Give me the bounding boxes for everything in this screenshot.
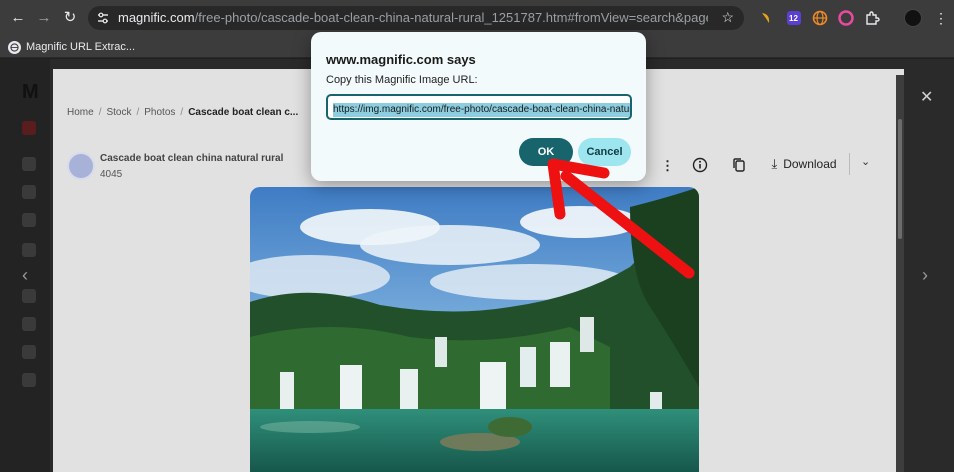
extension-badge-count: 12	[789, 14, 798, 23]
more-options-icon[interactable]: ⋮	[661, 158, 674, 174]
copy-icon[interactable]	[732, 157, 746, 173]
url-host: magnific.com	[118, 11, 195, 25]
breadcrumb-separator: /	[136, 107, 140, 118]
back-icon[interactable]: ←	[8, 8, 28, 28]
sidebar-icon[interactable]	[22, 345, 36, 359]
color-ring-extension-icon[interactable]	[838, 10, 854, 26]
info-icon[interactable]	[692, 157, 708, 173]
download-label: Download	[783, 157, 837, 171]
sidebar-icon[interactable]	[22, 185, 36, 199]
breadcrumb-home[interactable]: Home	[67, 107, 94, 118]
sidebar-icon[interactable]	[22, 289, 36, 303]
main-photo	[250, 187, 699, 472]
modal-scrollbar-thumb[interactable]	[898, 119, 902, 239]
dialog-title: www.magnific.com says	[326, 52, 476, 67]
url-text[interactable]: magnific.com/free-photo/cascade-boat-cle…	[118, 11, 708, 25]
url-path: /free-photo/cascade-boat-clean-china-nat…	[194, 11, 708, 25]
globe-extension-icon[interactable]	[812, 10, 828, 26]
globe-icon	[8, 40, 21, 54]
sidebar-icon[interactable]	[22, 157, 36, 171]
next-arrow-icon[interactable]: ›	[922, 265, 928, 286]
ok-button[interactable]: OK	[519, 138, 573, 166]
star-icon[interactable]: ☆	[721, 9, 734, 26]
resource-title: Cascade boat clean china natural rural	[100, 153, 284, 164]
browser-toolbar: ← → ↻ magnific.com/free-photo/cascade-bo…	[0, 0, 954, 36]
cancel-button[interactable]: Cancel	[578, 138, 631, 166]
screen: ← → ↻ magnific.com/free-photo/cascade-bo…	[0, 0, 954, 472]
breadcrumb-current: Cascade boat clean c...	[188, 107, 299, 118]
sidebar-icon[interactable]	[22, 373, 36, 387]
sidebar-icon[interactable]	[22, 213, 36, 227]
breadcrumb-photos[interactable]: Photos	[144, 107, 175, 118]
bookmark-label: Magnific URL Extrac...	[26, 41, 136, 53]
download-button[interactable]: ⤓ Download	[759, 149, 849, 179]
extensions-puzzle-icon[interactable]	[864, 10, 880, 26]
extension-badge-icon[interactable]: 12	[786, 10, 802, 26]
site-info-icon[interactable]	[96, 11, 110, 25]
dialog-message: Copy this Magnific Image URL:	[326, 74, 478, 86]
download-icon: ⤓	[771, 156, 778, 171]
forward-icon[interactable]: →	[34, 8, 54, 28]
author-avatar[interactable]	[67, 152, 95, 180]
close-icon[interactable]: ✕	[920, 87, 933, 107]
prompt-dialog: www.magnific.com says Copy this Magnific…	[311, 32, 646, 181]
breadcrumb: Home / Stock / Photos / Cascade boat clean c..…	[67, 107, 298, 118]
address-bar[interactable]: magnific.com/free-photo/cascade-boat-cle…	[88, 6, 744, 30]
chevron-down-icon[interactable]: ⌄	[861, 155, 870, 168]
kebab-menu-icon[interactable]: ⋮	[934, 8, 948, 28]
breadcrumb-separator: /	[98, 107, 102, 118]
extension-bird-icon[interactable]	[758, 10, 774, 26]
download-divider	[849, 153, 850, 175]
bookmark-magnific-url-extractor[interactable]: Magnific URL Extrac...	[8, 39, 135, 55]
previous-arrow-icon[interactable]: ‹	[22, 265, 28, 286]
breadcrumb-stock[interactable]: Stock	[106, 107, 131, 118]
sidebar-icon[interactable]	[22, 317, 36, 331]
breadcrumb-separator: /	[180, 107, 184, 118]
sidebar-icon[interactable]	[22, 243, 36, 257]
dialog-url-input[interactable]: https://img.magnific.com/free-photo/casc…	[326, 94, 632, 120]
site-logo: M	[22, 81, 39, 103]
dialog-input-value: https://img.magnific.com/free-photo/casc…	[333, 103, 630, 117]
resource-count: 4045	[100, 169, 123, 180]
reload-icon[interactable]: ↻	[60, 8, 80, 28]
sidebar-icon[interactable]	[22, 121, 36, 135]
profile-avatar[interactable]	[904, 9, 922, 27]
